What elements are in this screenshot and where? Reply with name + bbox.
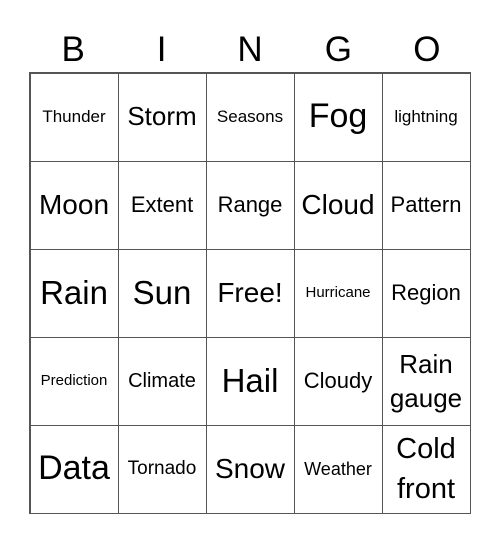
bingo-cell[interactable]: Prediction	[29, 336, 119, 426]
bingo-cell[interactable]: Data	[29, 424, 119, 514]
bingo-cell[interactable]: Range	[205, 160, 295, 250]
bingo-cell[interactable]: Hail	[205, 336, 295, 426]
bingo-cell[interactable]: Climate	[117, 336, 207, 426]
bingo-cell[interactable]: Moon	[29, 160, 119, 250]
bingo-cell[interactable]: lightning	[381, 72, 471, 162]
bingo-cell[interactable]: Fog	[293, 72, 383, 162]
bingo-cell[interactable]: Cloud	[293, 160, 383, 250]
bingo-header: B I N G O	[29, 28, 471, 72]
bingo-cell[interactable]: Cloudy	[293, 336, 383, 426]
bingo-cell[interactable]: Sun	[117, 248, 207, 338]
bingo-cell[interactable]: Pattern	[381, 160, 471, 250]
bingo-cell[interactable]: Snow	[205, 424, 295, 514]
bingo-cell[interactable]: Seasons	[205, 72, 295, 162]
header-letter-n: N	[237, 30, 263, 69]
bingo-cell[interactable]: Rain gauge	[381, 336, 471, 426]
header-letter-i: I	[156, 30, 167, 69]
bingo-cell[interactable]: Hurricane	[293, 248, 383, 338]
bingo-cell[interactable]: Storm	[117, 72, 207, 162]
bingo-cell[interactable]: Weather	[293, 424, 383, 514]
bingo-cell free-space[interactable]: Free!	[205, 248, 295, 338]
bingo-cell[interactable]: Rain	[29, 248, 119, 338]
header-letter-g: G	[324, 30, 353, 69]
bingo-board: Thunder Storm Seasons Fog lightning Moon…	[29, 72, 471, 514]
header-letter-b: B	[61, 30, 85, 69]
bingo-cell[interactable]: Cold front	[381, 424, 471, 514]
header-letter-o: O	[413, 30, 441, 69]
bingo-cell[interactable]: Tornado	[117, 424, 207, 514]
bingo-cell[interactable]: Thunder	[29, 72, 119, 162]
bingo-cell[interactable]: Extent	[117, 160, 207, 250]
bingo-cell[interactable]: Region	[381, 248, 471, 338]
